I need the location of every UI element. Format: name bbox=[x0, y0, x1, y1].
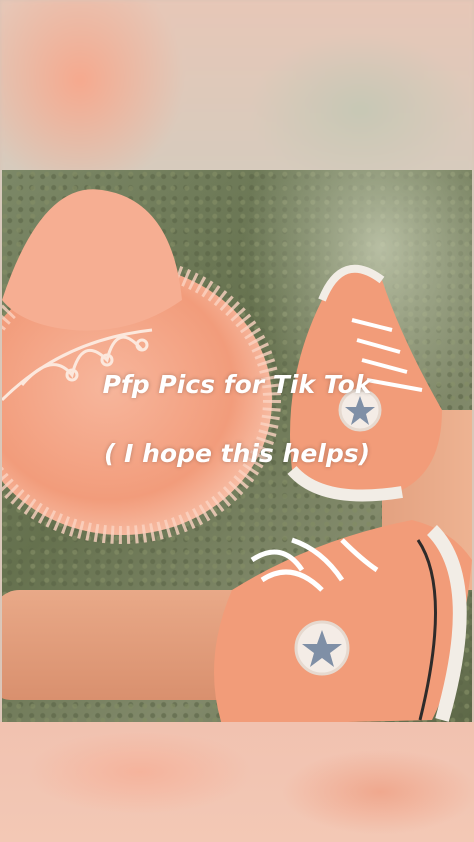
blurred-background-bottom bbox=[0, 722, 474, 842]
overlay-title: Pfp Pics for Tik Tok bbox=[102, 370, 372, 399]
fuzzy-cowboy-hat bbox=[2, 189, 281, 544]
overlay-subtitle: ( I hope this helps) bbox=[103, 439, 371, 468]
orange-sneaker-bottom bbox=[214, 520, 472, 722]
